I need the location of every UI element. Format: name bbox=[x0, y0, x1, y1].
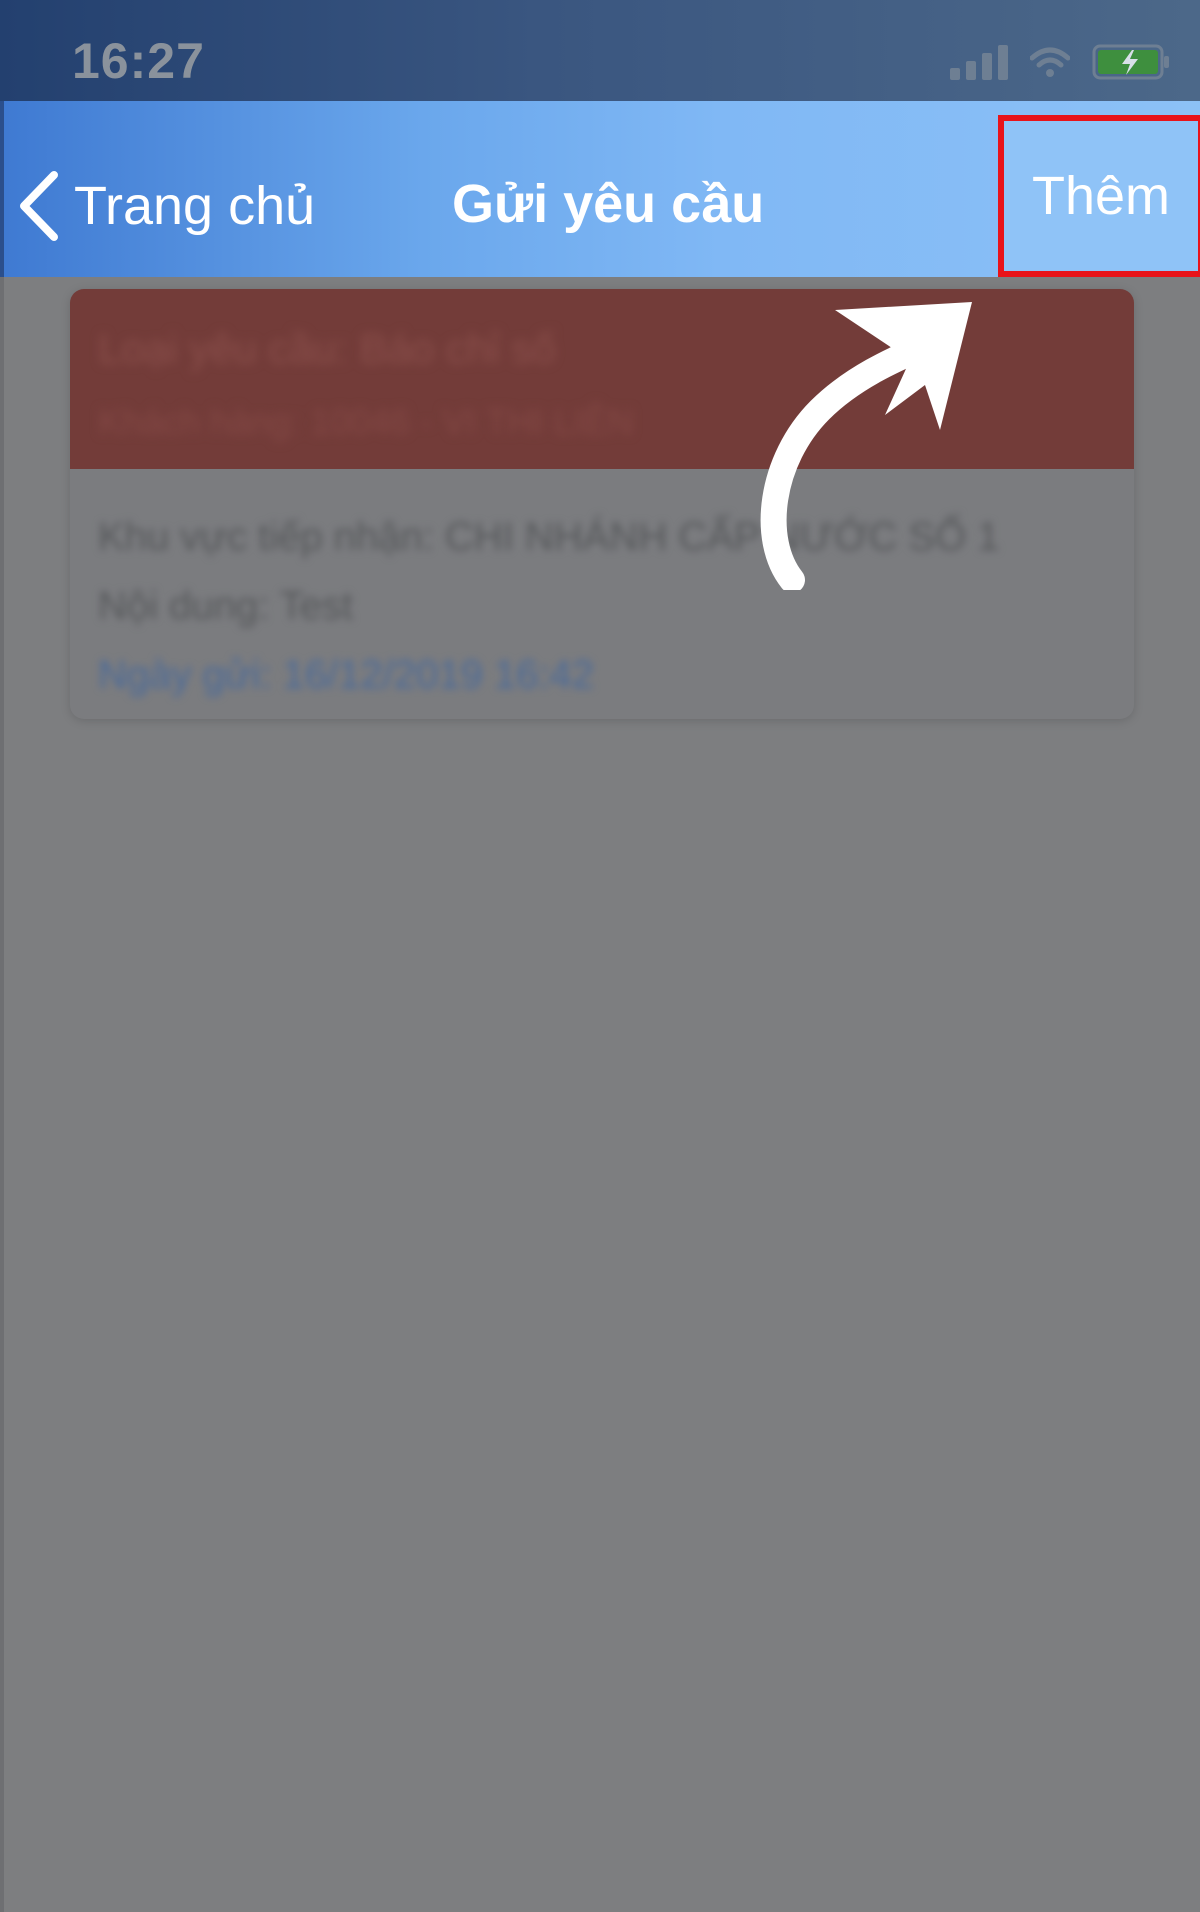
request-content: Nội dung: Test bbox=[98, 584, 353, 628]
page-title: Gửi yêu cầu bbox=[452, 174, 765, 234]
status-bar: 16:27 bbox=[0, 0, 1200, 101]
back-label: Trang chủ bbox=[74, 176, 316, 236]
signal-icon bbox=[950, 44, 1008, 80]
status-icons bbox=[950, 40, 1172, 84]
add-label: Thêm bbox=[1031, 166, 1171, 226]
status-time: 16:27 bbox=[72, 33, 205, 89]
back-chevron-icon bbox=[20, 171, 58, 241]
content-overlay: Loại yêu cầu: Báo chỉ số Khách hàng: 100… bbox=[0, 277, 1200, 1912]
back-button[interactable]: Trang chủ bbox=[16, 161, 315, 251]
curved-arrow-icon bbox=[760, 302, 972, 590]
battery-icon bbox=[1092, 44, 1169, 80]
navigation-bar: Trang chủ Gửi yêu cầu Thêm bbox=[0, 101, 1200, 277]
sent-date: Ngày gửi: 16/12/2019 16:42 bbox=[98, 653, 595, 697]
add-button[interactable]: Thêm bbox=[998, 115, 1200, 277]
wifi-icon bbox=[1030, 47, 1070, 77]
